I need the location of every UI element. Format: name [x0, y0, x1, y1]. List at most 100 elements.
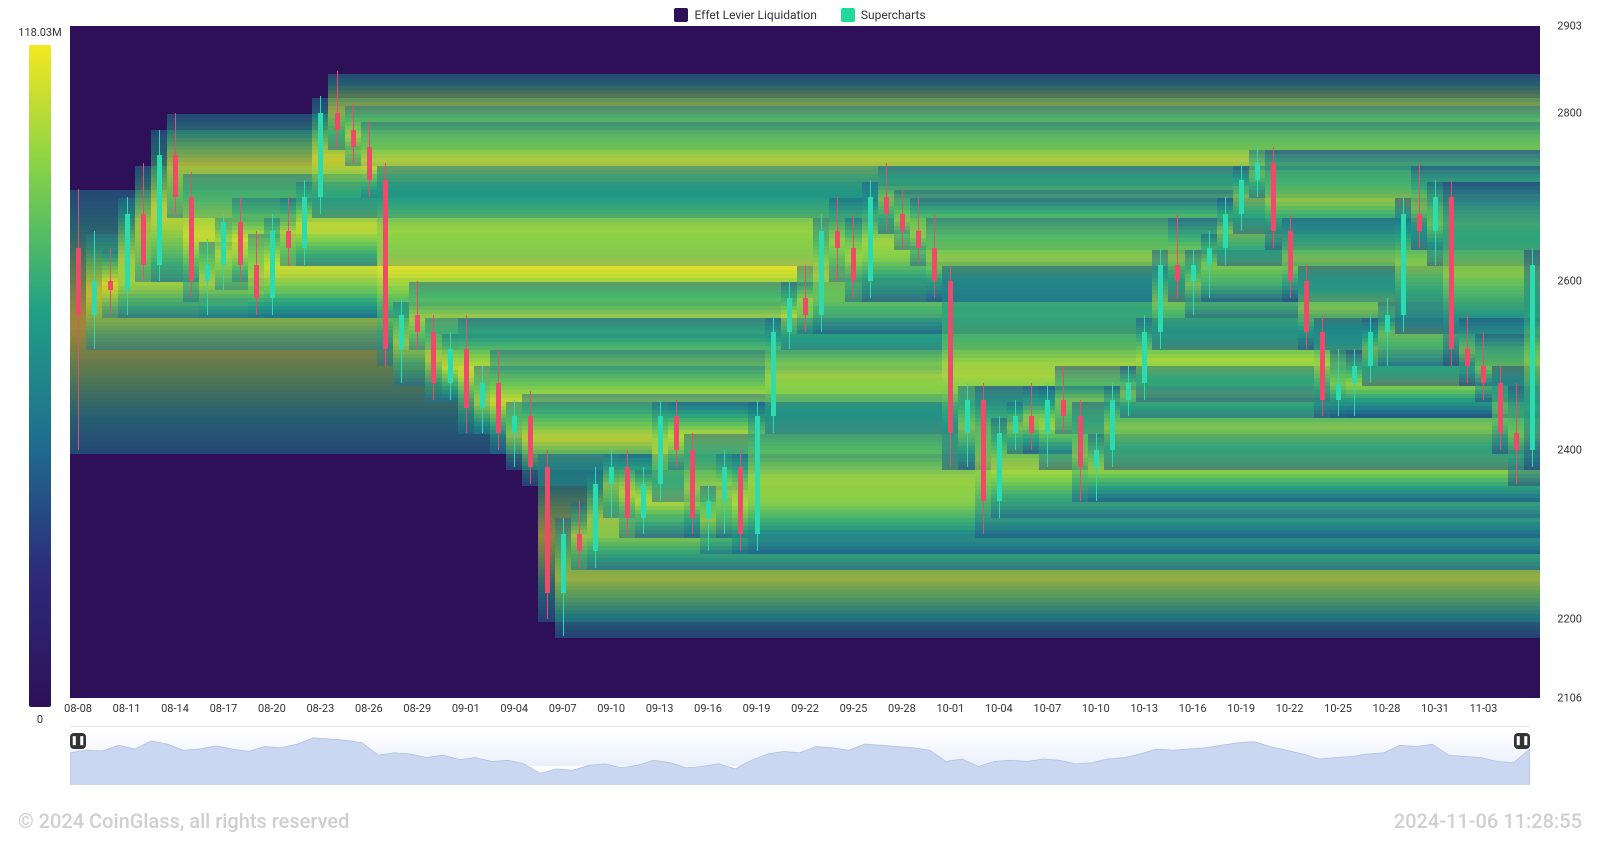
candle[interactable] [1110, 400, 1115, 451]
candle[interactable] [415, 315, 420, 332]
candle[interactable] [1271, 163, 1276, 230]
candle[interactable] [1288, 231, 1293, 282]
candle[interactable] [528, 416, 533, 467]
candle[interactable] [932, 248, 937, 282]
candle[interactable] [1417, 214, 1422, 231]
candle[interactable] [609, 467, 614, 484]
candle[interactable] [1239, 180, 1244, 214]
legend-item-supercharts[interactable]: Supercharts [841, 8, 926, 22]
candle[interactable] [125, 214, 130, 290]
candle[interactable] [738, 467, 743, 534]
candle[interactable] [1255, 163, 1260, 180]
x-tick-label: 10-07 [1033, 702, 1061, 715]
candle[interactable] [884, 197, 889, 214]
candle[interactable] [286, 231, 291, 248]
candle[interactable] [1465, 349, 1470, 366]
legend-swatch-supercharts [841, 8, 855, 22]
candle[interactable] [658, 416, 663, 483]
candle[interactable] [335, 113, 340, 130]
candle[interactable] [1094, 450, 1099, 467]
candle[interactable] [351, 130, 356, 147]
candle[interactable] [141, 214, 146, 265]
candle[interactable] [771, 332, 776, 416]
candle[interactable] [1223, 214, 1228, 248]
candle[interactable] [1191, 265, 1196, 282]
candle[interactable] [383, 180, 388, 349]
legend: Effet Levier Liquidation Supercharts [0, 0, 1600, 26]
brush-handle-right[interactable]: ❚❚ [1514, 733, 1530, 749]
candle[interactable] [1320, 332, 1325, 399]
candle[interactable] [803, 298, 808, 315]
candle[interactable] [1498, 383, 1503, 434]
candle[interactable] [819, 231, 824, 315]
candle[interactable] [1175, 265, 1180, 282]
candle[interactable] [948, 281, 953, 433]
candle[interactable] [367, 147, 372, 181]
candle[interactable] [512, 416, 517, 433]
candle[interactable] [108, 281, 113, 289]
candle[interactable] [706, 501, 711, 518]
candle[interactable] [254, 265, 259, 299]
candle[interactable] [674, 416, 679, 450]
candle[interactable] [270, 231, 275, 298]
candle[interactable] [205, 265, 210, 282]
candle[interactable] [1401, 214, 1406, 315]
candle[interactable] [318, 113, 323, 197]
candle[interactable] [76, 248, 81, 315]
candle[interactable] [1078, 416, 1083, 467]
brush-handle-left[interactable]: ❚❚ [70, 733, 86, 749]
candle[interactable] [431, 332, 436, 383]
candle[interactable] [561, 534, 566, 593]
candle[interactable] [448, 349, 453, 383]
range-brush[interactable]: ❚❚ ❚❚ [70, 726, 1530, 766]
candle[interactable] [787, 298, 792, 332]
candle[interactable] [238, 222, 243, 264]
candle[interactable] [1336, 383, 1341, 400]
candle[interactable] [464, 349, 469, 408]
candle[interactable] [625, 467, 630, 518]
candle[interactable] [173, 155, 178, 197]
legend-item-liquidation[interactable]: Effet Levier Liquidation [674, 8, 816, 22]
candle[interactable] [1449, 197, 1454, 349]
candle[interactable] [92, 281, 97, 315]
candle[interactable] [1126, 383, 1131, 400]
candle[interactable] [496, 383, 501, 434]
candle[interactable] [545, 467, 550, 593]
candle[interactable] [1368, 332, 1373, 366]
candle[interactable] [1207, 248, 1212, 265]
candle[interactable] [868, 197, 873, 281]
candle[interactable] [1158, 265, 1163, 332]
candle[interactable] [835, 231, 840, 248]
candle[interactable] [593, 484, 598, 551]
candle[interactable] [480, 383, 485, 408]
candle[interactable] [1530, 265, 1535, 450]
candle[interactable] [1142, 332, 1147, 383]
candle[interactable] [1029, 416, 1034, 433]
candle[interactable] [399, 315, 404, 349]
candle[interactable] [1433, 197, 1438, 231]
candle[interactable] [1352, 366, 1357, 383]
candle[interactable] [189, 197, 194, 281]
candle[interactable] [641, 484, 646, 518]
candle[interactable] [577, 534, 582, 551]
candle[interactable] [851, 248, 856, 282]
candle[interactable] [997, 433, 1002, 500]
candle[interactable] [1061, 400, 1066, 417]
candle[interactable] [157, 155, 162, 265]
candle[interactable] [900, 214, 905, 231]
candle[interactable] [302, 197, 307, 248]
candle[interactable] [916, 231, 921, 248]
candle[interactable] [965, 400, 970, 434]
candle[interactable] [755, 416, 760, 534]
candle[interactable] [221, 222, 226, 264]
candle[interactable] [1304, 281, 1309, 332]
candle[interactable] [981, 400, 986, 501]
candle[interactable] [690, 450, 695, 517]
candle[interactable] [1481, 366, 1486, 383]
candle[interactable] [1514, 433, 1519, 450]
chart-plot-area[interactable]: www.coinglass.com [70, 26, 1540, 698]
candle[interactable] [722, 467, 727, 501]
candle[interactable] [1013, 416, 1018, 433]
candle[interactable] [1045, 400, 1050, 434]
candle[interactable] [1385, 315, 1390, 332]
